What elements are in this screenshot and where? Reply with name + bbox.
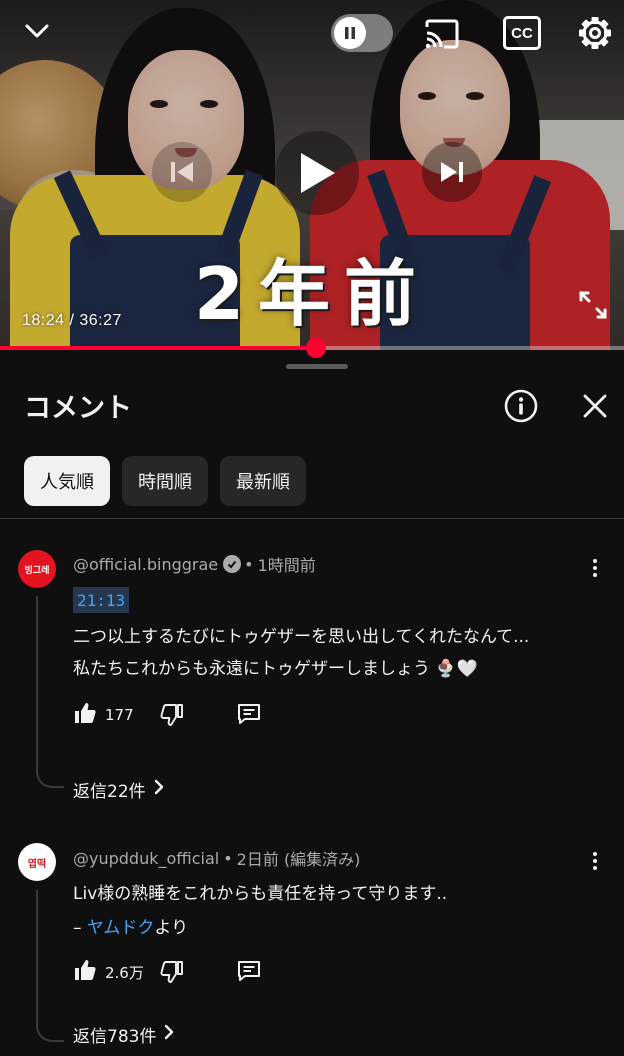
more-options-icon[interactable] bbox=[583, 845, 607, 877]
like-icon bbox=[73, 701, 97, 729]
like-count: 2.6万 bbox=[105, 963, 144, 982]
comment-meta: @official.binggrae • 1時間前 bbox=[73, 552, 316, 576]
reply-comment-icon bbox=[236, 958, 262, 988]
signature-suffix: より bbox=[154, 918, 189, 938]
sort-chips: 人気順 時間順 最新順 bbox=[24, 456, 306, 506]
next-icon[interactable] bbox=[422, 142, 482, 202]
comment-author[interactable]: @official.binggrae bbox=[73, 555, 218, 574]
reply-thread-line bbox=[36, 890, 64, 1042]
time-display: 18:24 / 36:27 bbox=[22, 312, 122, 329]
reply-comment-icon bbox=[236, 701, 262, 731]
dislike-icon bbox=[160, 703, 184, 731]
like-button[interactable]: 177 bbox=[73, 701, 134, 729]
avatar-logo: 엽떡 bbox=[27, 858, 47, 870]
replies-label: 返信22件 bbox=[73, 782, 146, 802]
chevron-down-icon[interactable] bbox=[20, 14, 54, 48]
info-icon[interactable] bbox=[503, 388, 539, 424]
replies-label: 返信783件 bbox=[73, 1027, 157, 1047]
comment-separator: • bbox=[223, 848, 233, 868]
settings-icon[interactable] bbox=[576, 14, 614, 52]
previous-icon[interactable] bbox=[152, 142, 212, 202]
comment-signature: – ヤムドクより bbox=[73, 913, 188, 938]
video-player[interactable]: CC 2年前 18:24 / 36:27 bbox=[0, 0, 624, 350]
pause-icon bbox=[334, 17, 366, 49]
chevron-right-icon bbox=[154, 779, 164, 800]
panel-title: コメント bbox=[24, 393, 132, 424]
reply-button[interactable] bbox=[236, 958, 262, 988]
cast-icon[interactable] bbox=[422, 14, 462, 54]
avatar[interactable]: 엽떡 bbox=[18, 843, 56, 881]
reply-thread-line bbox=[36, 596, 64, 788]
signature-link[interactable]: ヤムドク bbox=[87, 918, 155, 938]
close-icon[interactable] bbox=[577, 388, 613, 424]
like-button[interactable]: 2.6万 bbox=[73, 958, 144, 986]
comment-author[interactable]: @yupdduk_official bbox=[73, 849, 219, 868]
comment-meta: @yupdduk_official • 2日前 (編集済み) bbox=[73, 846, 360, 870]
avatar[interactable]: 빙그레 bbox=[18, 550, 56, 588]
comment-time: 1時間前 bbox=[257, 556, 316, 575]
view-replies-button[interactable]: 返信22件 bbox=[73, 777, 164, 802]
more-options-icon[interactable] bbox=[583, 552, 607, 584]
play-icon[interactable] bbox=[275, 131, 359, 215]
verified-check-icon bbox=[223, 555, 242, 573]
autoplay-toggle[interactable] bbox=[331, 14, 393, 52]
like-icon bbox=[73, 958, 97, 986]
view-replies-button[interactable]: 返信783件 bbox=[73, 1022, 174, 1047]
dislike-button[interactable] bbox=[160, 703, 184, 731]
chip-newest[interactable]: 最新順 bbox=[220, 456, 306, 506]
fullscreen-icon[interactable] bbox=[574, 286, 612, 324]
reply-button[interactable] bbox=[236, 701, 262, 731]
captions-icon[interactable]: CC bbox=[503, 16, 541, 50]
panel-drag-handle[interactable] bbox=[286, 364, 348, 369]
avatar-logo: 빙그레 bbox=[24, 565, 50, 576]
comment-separator: • bbox=[244, 554, 254, 574]
panel-divider bbox=[0, 518, 624, 519]
like-count: 177 bbox=[105, 706, 134, 724]
dislike-icon bbox=[160, 960, 184, 988]
comment-text-line: 二つ以上するたびにトゥゲザーを思い出してくれたなんて... bbox=[73, 627, 530, 647]
progress-scrubber-handle[interactable] bbox=[306, 338, 327, 358]
chip-timestamp[interactable]: 時間順 bbox=[122, 456, 208, 506]
timestamp-link[interactable]: 21:13 bbox=[73, 587, 130, 613]
comment-text-line: Liv様の熟睡をこれからも責任を持って守ります.. bbox=[73, 884, 448, 904]
comment-time: 2日前 (編集済み) bbox=[236, 850, 361, 869]
comment-text-line: 私たちこれからも永遠にトゥゲザーしましょう 🍨🤍 bbox=[73, 659, 478, 679]
captions-label: CC bbox=[511, 24, 533, 42]
signature-prefix: – bbox=[73, 918, 87, 938]
chip-popular[interactable]: 人気順 bbox=[24, 456, 110, 506]
chevron-right-icon bbox=[164, 1024, 174, 1045]
dislike-button[interactable] bbox=[160, 960, 184, 988]
progress-bar-played bbox=[0, 346, 317, 350]
